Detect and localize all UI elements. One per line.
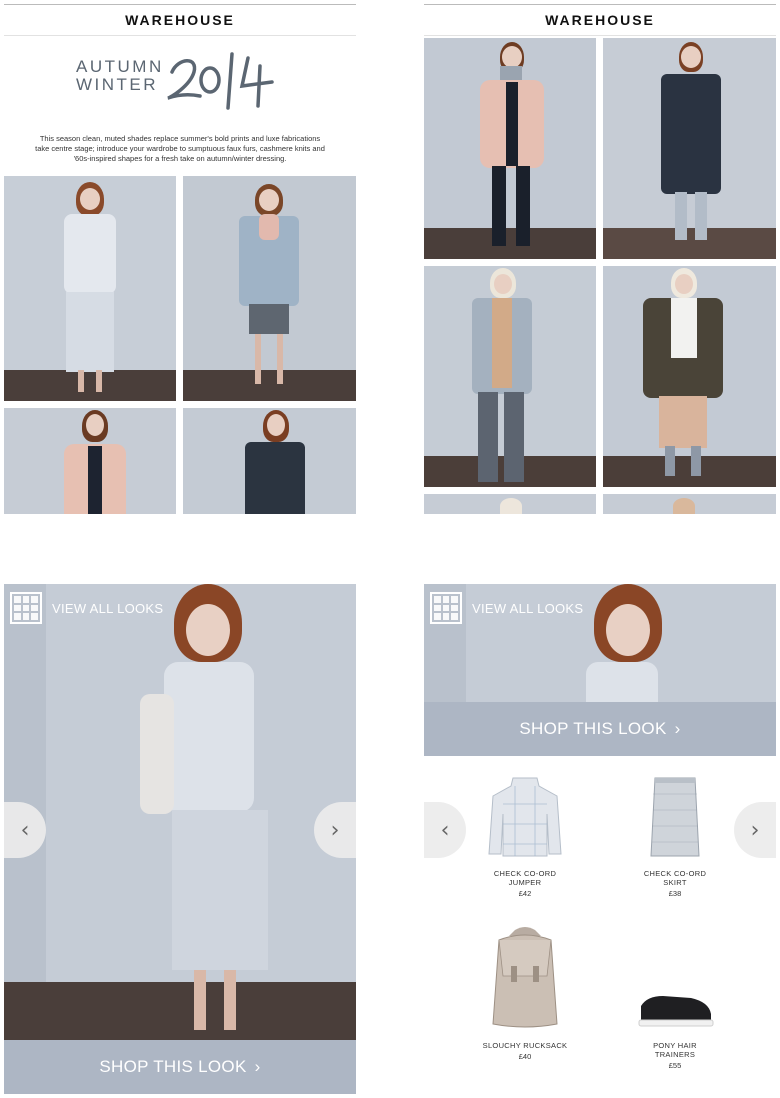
skirt-image	[650, 777, 700, 857]
product-name[interactable]: PONY HAIR TRAINERS	[600, 1041, 750, 1059]
product-name[interactable]: CHECK CO-ORD JUMPER	[450, 869, 600, 887]
lookbook-grid-screen: WAREHOUSE	[424, 4, 776, 514]
product-name[interactable]: CHECK CO-ORD SKIRT	[600, 869, 750, 887]
chevron-left-icon: ‹	[20, 817, 30, 843]
view-all-looks-button[interactable]: VIEW ALL LOOKS	[430, 592, 583, 624]
product-price: £40	[518, 1052, 532, 1061]
product-card[interactable]: SLOUCHY RUCKSACK £40	[450, 926, 600, 1061]
product-name-line-2: TRAINERS	[654, 1050, 696, 1059]
grid-icon	[430, 592, 462, 624]
look-thumb-4[interactable]	[183, 408, 356, 514]
look-thumb-7[interactable]	[424, 266, 596, 487]
view-all-looks-label: VIEW ALL LOOKS	[52, 600, 164, 616]
product-name-line-2: SKIRT	[663, 878, 687, 887]
look-thumb-8[interactable]	[603, 266, 776, 487]
rucksack-image	[492, 927, 558, 1028]
shop-this-look-label: SHOP THIS LOOK	[99, 1057, 247, 1076]
look-thumb-5[interactable]	[424, 38, 596, 259]
product-card[interactable]: PONY HAIR TRAINERS £55	[600, 984, 750, 1070]
product-name-line-1: PONY HAIR	[653, 1041, 697, 1050]
product-card[interactable]: CHECK CO-ORD JUMPER £42	[450, 774, 600, 898]
jumper-image	[488, 777, 562, 857]
chevron-right-icon: ›	[330, 817, 340, 843]
brand-logo[interactable]: WAREHOUSE	[424, 4, 776, 36]
chevron-right-icon: ›	[254, 1057, 261, 1076]
season-line-1: AUTUMN	[76, 57, 164, 76]
season-line-2: WINTER	[76, 75, 159, 94]
view-all-looks-label: VIEW ALL LOOKS	[472, 600, 584, 616]
wall-corner	[4, 584, 46, 984]
view-all-looks-button[interactable]: VIEW ALL LOOKS	[10, 592, 163, 624]
grid-icon	[10, 592, 42, 624]
trainers-image	[638, 996, 714, 1027]
product-price: £38	[668, 889, 682, 898]
season-label: AUTUMN WINTER	[76, 58, 164, 94]
shop-this-look-label: SHOP THIS LOOK	[519, 719, 667, 738]
intro-copy: This season clean, muted shades replace …	[35, 134, 325, 163]
model-figure	[124, 584, 268, 1034]
look-detail-screen: VIEW ALL LOOKS ‹ › SHOP THIS LOOK ›	[4, 584, 356, 1094]
look-thumb-9[interactable]	[424, 494, 596, 514]
shop-this-look-button[interactable]: SHOP THIS LOOK ›	[4, 1040, 356, 1094]
product-name-line-1: CHECK CO-ORD	[643, 869, 707, 878]
chevron-right-icon: ›	[674, 719, 681, 738]
chevron-right-icon: ›	[750, 817, 760, 843]
product-price: £55	[668, 1061, 682, 1070]
year-handwritten	[167, 52, 274, 110]
look-thumb-1[interactable]	[4, 176, 176, 401]
product-name-line-1: SLOUCHY RUCKSACK	[482, 1041, 568, 1050]
product-name-line-2: JUMPER	[508, 878, 542, 887]
season-heading: AUTUMN WINTER	[4, 42, 356, 118]
product-card[interactable]: CHECK CO-ORD SKIRT £38	[600, 774, 750, 898]
lookbook-intro-screen: WAREHOUSE AUTUMN WINTER This season clea…	[4, 4, 356, 514]
shop-look-screen: VIEW ALL LOOKS SHOP THIS LOOK › ‹ › CHEC…	[424, 584, 776, 1094]
chevron-left-icon: ‹	[440, 817, 450, 843]
product-name[interactable]: SLOUCHY RUCKSACK	[450, 1041, 600, 1050]
look-thumb-6[interactable]	[603, 38, 776, 259]
product-name-line-1: CHECK CO-ORD	[493, 869, 557, 878]
shop-this-look-button[interactable]: SHOP THIS LOOK ›	[424, 702, 776, 756]
brand-logo[interactable]: WAREHOUSE	[4, 4, 356, 36]
look-thumb-10[interactable]	[603, 494, 776, 514]
look-thumb-3[interactable]	[4, 408, 176, 514]
product-price: £42	[518, 889, 532, 898]
look-thumb-2[interactable]	[183, 176, 356, 401]
